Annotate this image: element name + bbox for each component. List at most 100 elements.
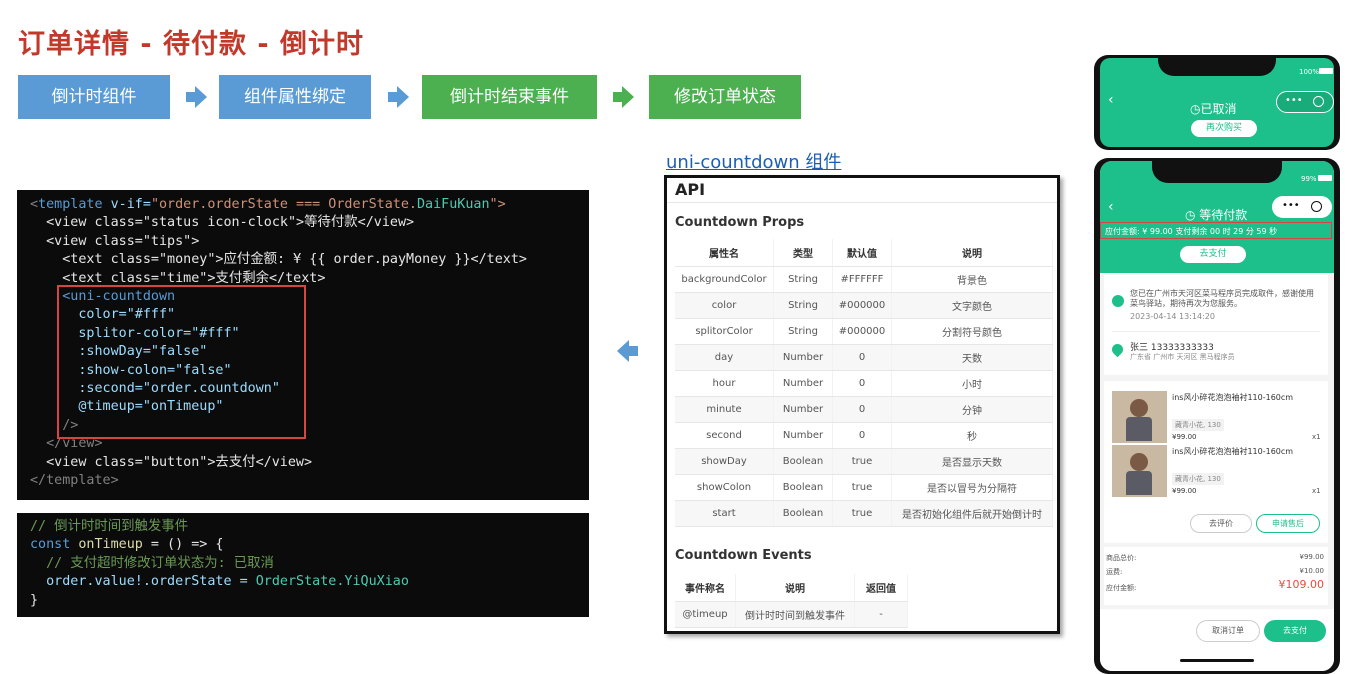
table-cell: true bbox=[832, 448, 892, 475]
table-cell: 0 bbox=[832, 422, 892, 449]
code-line: <text class="time">支付剩余</text> bbox=[62, 270, 326, 286]
sum-label: 商品总价: bbox=[1106, 554, 1137, 562]
table-cell: Number bbox=[773, 344, 833, 371]
script-code-block: // 倒计时时间到触发事件 const onTimeup = () => { /… bbox=[17, 513, 589, 617]
events-heading: Countdown Events bbox=[675, 548, 812, 563]
table-cell: 0 bbox=[832, 344, 892, 371]
table-cell: 小时 bbox=[891, 370, 1053, 397]
code-line: <view class="tips"> bbox=[46, 233, 200, 249]
address: 广东省 广州市 天河区 黑马程序员 bbox=[1130, 353, 1235, 361]
table-cell: splitorColor bbox=[675, 318, 774, 345]
logistics-notice: 您已在广州市天河区菜马程序员完成取件，感谢使用菜鸟驿站，期待再次为您服务。 bbox=[1130, 289, 1314, 308]
uni-countdown-doc-link[interactable]: uni-countdown 组件 bbox=[666, 148, 841, 174]
table-cell: 秒 bbox=[891, 422, 1053, 449]
totals-card: 商品总价: ¥99.00 运费: ¥10.00 应付金额: ¥109.00 bbox=[1104, 547, 1328, 605]
table-cell: 文字颜色 bbox=[891, 292, 1053, 319]
battery-icon bbox=[1318, 175, 1332, 181]
table-cell: day bbox=[675, 344, 774, 371]
bottom-action-bar: 取消订单 去支付 bbox=[1100, 609, 1334, 671]
table-cell: Number bbox=[773, 396, 833, 423]
table-row: showDay Boolean true 是否显示天数 bbox=[675, 448, 1053, 475]
phone-pending-payment: 99% ‹ ◷ 等待付款 ••• 应付金额: ¥ 99.00 支付剩余 00 时… bbox=[1094, 158, 1340, 674]
table-cell: 分钟 bbox=[891, 396, 1053, 423]
table-cell: hour bbox=[675, 370, 774, 397]
product-name[interactable]: ins风小碎花泡泡袖衬110-160cm bbox=[1172, 392, 1293, 403]
payment-countdown: 应付金额: ¥ 99.00 支付剩余 00 时 29 分 59 秒 bbox=[1100, 222, 1332, 239]
table-row: backgroundColor String #FFFFFF 背景色 bbox=[675, 266, 1053, 293]
product-spec: 藏青小花, 130 bbox=[1172, 473, 1224, 485]
props-table: 属性名 类型 默认值 说明 backgroundColor String #FFFF… bbox=[675, 239, 1053, 527]
table-cell: String bbox=[773, 292, 833, 319]
flow-step-binding: 组件属性绑定 bbox=[219, 75, 371, 119]
more-icon[interactable]: ••• bbox=[1285, 95, 1303, 106]
table-cell: #000000 bbox=[832, 292, 892, 319]
table-cell: 天数 bbox=[891, 344, 1053, 371]
product-name[interactable]: ins风小碎花泡泡袖衬110-160cm bbox=[1172, 446, 1293, 457]
api-doc-panel: API Countdown Props 属性名 类型 默认值 说明 backgr… bbox=[664, 175, 1060, 634]
table-row: @timeup 倒计时时间到触发事件 - bbox=[675, 601, 908, 628]
capsule-menu[interactable]: ••• bbox=[1276, 91, 1334, 113]
flow-step-timeup: 倒计时结束事件 bbox=[422, 75, 597, 119]
table-row: start Boolean true 是否初始化组件后就开始倒计时 bbox=[675, 500, 1053, 527]
table-row: splitorColor String #000000 分割符号颜色 bbox=[675, 318, 1053, 345]
table-row: day Number 0 天数 bbox=[675, 344, 1053, 371]
logistics-time: 2023-04-14 13:14:20 bbox=[1130, 312, 1215, 321]
countdown-highlight-box bbox=[57, 285, 306, 439]
cancel-order-button[interactable]: 取消订单 bbox=[1196, 620, 1260, 642]
table-cell: Boolean bbox=[773, 474, 833, 501]
order-status: ◷ 等待付款 bbox=[1185, 208, 1248, 222]
table-cell: 是否以冒号为分隔符 bbox=[891, 474, 1053, 501]
close-mini-icon[interactable] bbox=[1313, 96, 1324, 107]
page-title: 订单详情 - 待付款 - 倒计时 bbox=[18, 29, 365, 60]
location-icon bbox=[1109, 341, 1126, 358]
table-cell: #000000 bbox=[832, 318, 892, 345]
table-cell: 0 bbox=[832, 370, 892, 397]
table-cell: Number bbox=[773, 422, 833, 449]
table-cell: showDay bbox=[675, 448, 774, 475]
order-status: ◷已取消 bbox=[1190, 102, 1237, 116]
table-cell: true bbox=[832, 500, 892, 527]
table-cell: color bbox=[675, 292, 774, 319]
battery-level: 100% bbox=[1299, 68, 1320, 76]
product-price: ¥99.00 bbox=[1172, 487, 1197, 495]
api-heading: API bbox=[675, 180, 706, 199]
events-table: 事件称名 说明 返回值 @timeup 倒计时时间到触发事件 - bbox=[675, 574, 908, 628]
product-price: ¥99.00 bbox=[1172, 433, 1197, 441]
after-sales-button[interactable]: 申请售后 bbox=[1256, 514, 1320, 533]
table-cell: 分割符号颜色 bbox=[891, 318, 1053, 345]
more-icon[interactable]: ••• bbox=[1282, 200, 1300, 211]
back-icon[interactable]: ‹ bbox=[1108, 199, 1114, 215]
table-cell: minute bbox=[675, 396, 774, 423]
pay-total-label: 应付金额: bbox=[1106, 584, 1137, 592]
table-cell: 是否初始化组件后就开始倒计时 bbox=[891, 500, 1053, 527]
back-icon[interactable]: ‹ bbox=[1108, 92, 1114, 108]
buy-again-button[interactable]: 再次购买 bbox=[1191, 120, 1257, 137]
goods-card: ins风小碎花泡泡袖衬110-160cm 藏青小花, 130 ¥99.00 x1… bbox=[1104, 381, 1328, 543]
table-cell: 背景色 bbox=[891, 266, 1053, 293]
go-pay-button[interactable]: 去支付 bbox=[1264, 620, 1326, 642]
table-row: second Number 0 秒 bbox=[675, 422, 1053, 449]
table-cell: Boolean bbox=[773, 448, 833, 475]
battery-icon bbox=[1319, 68, 1333, 74]
pay-button[interactable]: 去支付 bbox=[1180, 246, 1246, 263]
table-cell: Boolean bbox=[773, 500, 833, 527]
close-mini-icon[interactable] bbox=[1311, 201, 1322, 212]
table-cell: #FFFFFF bbox=[832, 266, 892, 293]
shipping-value: ¥10.00 bbox=[1299, 567, 1325, 575]
product-qty: x1 bbox=[1312, 487, 1321, 495]
review-button[interactable]: 去评价 bbox=[1190, 514, 1252, 533]
truck-icon bbox=[1112, 295, 1124, 307]
code-line: <text class="money">应付金额: ¥ {{ order.pay… bbox=[62, 252, 527, 268]
logistics-card: 您已在广州市天河区菜马程序员完成取件，感谢使用菜鸟驿站，期待再次为您服务。 20… bbox=[1104, 275, 1328, 375]
table-cell: String bbox=[773, 266, 833, 293]
code-line: <view class="status icon-clock">等待付款</vi… bbox=[46, 215, 415, 231]
table-row: hour Number 0 小时 bbox=[675, 370, 1053, 397]
home-indicator bbox=[1180, 659, 1254, 662]
table-row: showColon Boolean true 是否以冒号为分隔符 bbox=[675, 474, 1053, 501]
capsule-menu[interactable]: ••• bbox=[1272, 196, 1332, 218]
table-cell: 0 bbox=[832, 396, 892, 423]
table-cell: String bbox=[773, 318, 833, 345]
table-cell: true bbox=[832, 474, 892, 501]
product-image bbox=[1112, 391, 1167, 443]
pay-total-value: ¥109.00 bbox=[1278, 578, 1325, 591]
